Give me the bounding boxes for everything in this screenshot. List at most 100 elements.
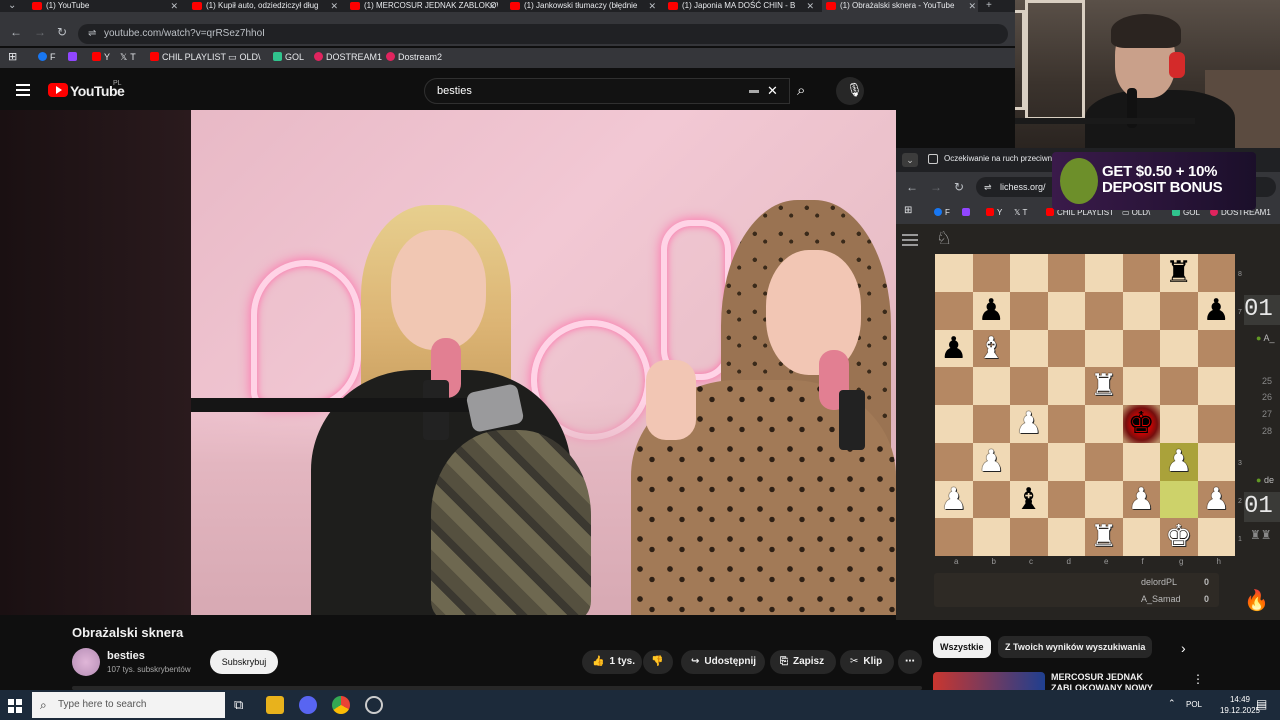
voice-search-button[interactable]: 🎙 (836, 77, 864, 105)
bookmark[interactable]: GOL (273, 52, 304, 62)
white-bishop-icon[interactable]: ♝ (973, 330, 1011, 368)
subscribe-button[interactable]: Subskrybuj (210, 650, 278, 674)
bookmark[interactable] (962, 208, 973, 217)
search-input[interactable]: besties ▬ ✕ (424, 78, 790, 104)
tab-search-icon[interactable]: ⌄ (902, 153, 918, 167)
board-square-c2[interactable]: ♝ (1010, 480, 1048, 519)
board-square-e3[interactable] (1085, 442, 1123, 481)
more-vert-icon[interactable]: ⋮ (1192, 672, 1204, 686)
board-square-e2[interactable] (1085, 480, 1123, 519)
browser-tab[interactable]: (1) MERCOSUR JEDNAK ZABLOKOWANY✕ (346, 0, 498, 12)
browser-tab-active[interactable]: (1) Obrażalski sknera - YouTube ✕ (822, 0, 978, 12)
board-square-f1[interactable] (1122, 518, 1160, 556)
chrome-icon[interactable] (332, 696, 350, 714)
board-square-e6[interactable] (1085, 329, 1123, 368)
lichess-menu-icon[interactable] (902, 234, 918, 246)
tray-chevron-icon[interactable]: ⌃ (1168, 698, 1176, 709)
board-square-b4[interactable] (972, 405, 1010, 443)
board-square-e4[interactable] (1085, 405, 1123, 443)
bookmark[interactable]: 𝕏T (1014, 208, 1027, 217)
close-tab-icon[interactable]: ✕ (488, 0, 496, 12)
board-square-c6[interactable] (1010, 329, 1048, 368)
reload-icon[interactable]: ↻ (57, 25, 67, 39)
white-king-icon[interactable]: ♚ (1160, 518, 1198, 556)
tab-search-icon[interactable]: ⌄ (8, 0, 16, 12)
board-square-a4[interactable] (935, 405, 973, 443)
filter-chip-search-results[interactable]: Z Twoich wyników wyszukiwania (998, 636, 1153, 658)
casino-ad-banner[interactable]: GET $0.50 + 10% DEPOSIT BONUS (1052, 152, 1256, 210)
board-square-h3[interactable] (1197, 442, 1235, 481)
board-square-g1[interactable]: ♚ (1160, 518, 1198, 556)
board-square-h8[interactable] (1197, 254, 1235, 292)
board-square-c4[interactable]: ♟ (1010, 405, 1048, 443)
board-square-e5[interactable]: ♜ (1085, 367, 1123, 405)
board-square-a2[interactable]: ♟ (935, 480, 973, 519)
black-pawn-icon[interactable]: ♟ (973, 292, 1011, 330)
save-button[interactable]: ⎘ Zapisz (770, 650, 836, 674)
white-rook-icon[interactable]: ♜ (1085, 518, 1123, 556)
clip-button[interactable]: ✂ Klip (840, 650, 894, 674)
search-icon[interactable]: ⌕ (797, 83, 805, 98)
menu-icon[interactable] (16, 84, 30, 96)
board-square-g4[interactable] (1160, 405, 1198, 443)
board-square-a7[interactable] (935, 291, 973, 330)
reload-icon[interactable]: ↻ (954, 180, 964, 194)
url-field[interactable]: ⇌ youtube.com/watch?v=qrRSez7hhoI (78, 24, 1008, 44)
forward-icon[interactable]: → (34, 25, 46, 39)
obs-icon[interactable] (365, 696, 383, 714)
board-square-f2[interactable]: ♟ (1122, 480, 1161, 519)
notifications-icon[interactable]: ▤ (1256, 697, 1267, 711)
board-square-e7[interactable] (1085, 291, 1123, 330)
keyboard-language[interactable]: POL (1186, 700, 1202, 709)
browser-tab[interactable]: (1) YouTube ✕ (28, 0, 180, 12)
board-square-b6[interactable]: ♝ (972, 329, 1011, 368)
board-square-g8[interactable]: ♜ (1160, 254, 1198, 292)
board-square-b1[interactable] (972, 518, 1010, 556)
dislike-button[interactable]: 👎 (643, 650, 673, 674)
bookmark[interactable]: 𝕏T (120, 52, 136, 63)
board-square-f7[interactable] (1122, 291, 1160, 330)
share-button[interactable]: ↪ Udostępnij (681, 650, 765, 674)
board-square-d7[interactable] (1047, 291, 1085, 330)
player-name[interactable]: A_Samad (1141, 594, 1181, 604)
black-king-icon[interactable]: ♚ (1123, 405, 1161, 443)
bookmark-folder[interactable]: ▭ OLD\ (228, 52, 261, 63)
back-icon[interactable]: ← (906, 180, 918, 194)
white-pawn-icon[interactable]: ♟ (1123, 481, 1161, 519)
close-tab-icon[interactable]: ✕ (170, 0, 178, 12)
lichess-tab-title[interactable]: Oczekiwanie na ruch przeciwn (944, 154, 1052, 163)
chess-board[interactable]: ♜ ♟ ♟ ♟ ♝ ♜ ♟ ♚ ♟ ♟ ♟ ♝ ♟ ♟ ♜ ♚ (935, 254, 1235, 556)
browser-tab[interactable]: (1) Japonia MA DOŚĆ CHIN - B ✕ (664, 0, 816, 12)
forward-icon[interactable]: → (930, 180, 942, 194)
board-square-h1[interactable] (1197, 518, 1235, 556)
board-square-e8[interactable] (1085, 254, 1123, 292)
bookmark[interactable]: F (934, 208, 950, 217)
board-square-g6[interactable] (1160, 329, 1198, 368)
bookmark[interactable]: DOSTREAM1 (314, 52, 382, 62)
board-square-d3[interactable] (1047, 442, 1085, 481)
board-square-a5[interactable] (935, 367, 973, 405)
apps-grid-icon[interactable]: ⊞ (8, 50, 17, 63)
clear-search-icon[interactable]: ✕ (767, 79, 778, 103)
board-square-h7[interactable]: ♟ (1197, 291, 1235, 330)
site-info-icon[interactable]: ⇌ (88, 24, 96, 44)
black-rook-icon[interactable]: ♜ (1160, 254, 1198, 292)
like-button[interactable]: 👍 1 tys. (582, 650, 642, 674)
player-name[interactable]: delordPL (1141, 577, 1177, 587)
youtube-logo-icon[interactable] (48, 83, 68, 97)
board-square-d4[interactable] (1047, 405, 1085, 443)
file-explorer-icon[interactable] (266, 696, 284, 714)
bookmark[interactable]: Y (986, 208, 1002, 217)
board-square-c8[interactable] (1010, 254, 1048, 292)
board-square-b8[interactable] (972, 254, 1010, 292)
board-square-h5[interactable] (1197, 367, 1235, 405)
bookmark[interactable]: Dostream2 (386, 52, 442, 62)
white-pawn-icon[interactable]: ♟ (973, 443, 1011, 481)
channel-name[interactable]: besties (107, 650, 145, 662)
video-player[interactable] (191, 110, 896, 615)
new-tab-icon[interactable]: + (986, 0, 992, 12)
board-square-c7[interactable] (1010, 291, 1048, 330)
fire-icon[interactable]: 🔥 (1244, 588, 1269, 613)
white-pawn-icon[interactable]: ♟ (1010, 405, 1048, 443)
board-square-d6[interactable] (1047, 329, 1085, 368)
